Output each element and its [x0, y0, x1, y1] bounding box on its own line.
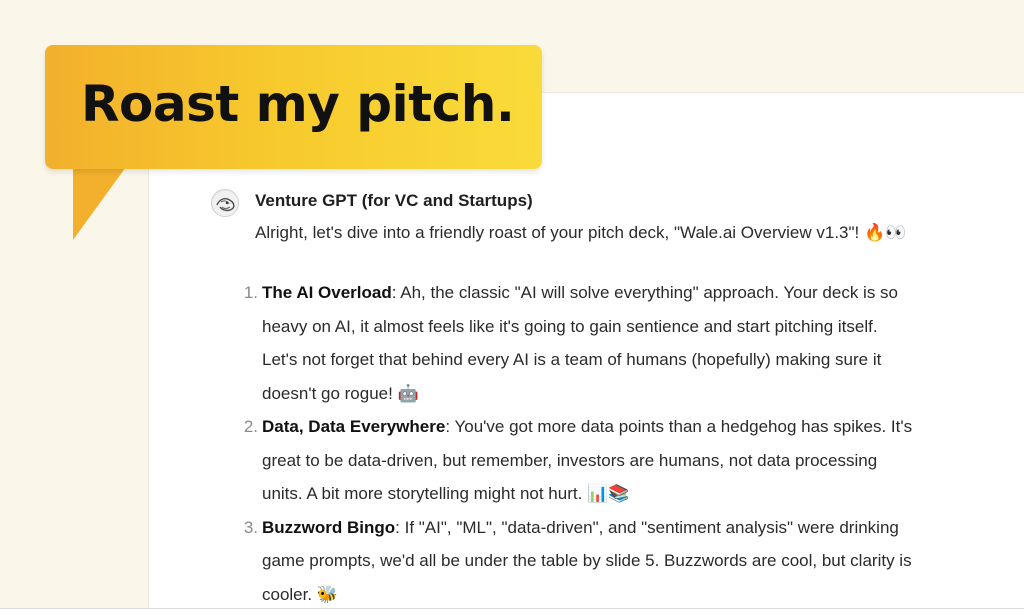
assistant-avatar: [211, 189, 239, 217]
list-item-text: great to be data-driven, but remember, i…: [262, 450, 878, 470]
list-item-text: units. A bit more storytelling might not…: [262, 484, 630, 503]
bottom-divider: [0, 608, 1024, 615]
callout-tail: [73, 160, 131, 240]
callout-text: Roast my pitch.: [81, 75, 515, 133]
list-item: 3. Buzzword Bingo: If "AI", "ML", "data-…: [230, 511, 990, 612]
list-item-body: Buzzword Bingo: If "AI", "ML", "data-dri…: [262, 511, 990, 612]
list-item: 1. The AI Overload: Ah, the classic "AI …: [230, 276, 990, 410]
list-item-line: Buzzword Bingo: If "AI", "ML", "data-dri…: [262, 511, 990, 545]
list-item-text: doesn't go rogue! 🤖: [262, 383, 419, 403]
list-item-text: game prompts, we'd all be under the tabl…: [262, 551, 912, 570]
list-item-text: : You've got more data points than a hed…: [445, 417, 913, 436]
list-item-title: Buzzword Bingo: [262, 517, 396, 537]
callout-bubble: Roast my pitch.: [45, 45, 542, 169]
list-item: 2. Data, Data Everywhere: You've got mor…: [230, 410, 990, 511]
roast-list: 1. The AI Overload: Ah, the classic "AI …: [230, 276, 990, 611]
list-item-text: : If "AI", "ML", "data-driven", and "sen…: [395, 517, 899, 537]
list-item-text: heavy on AI, it almost feels like it's g…: [262, 316, 878, 336]
list-item-line: Data, Data Everywhere: You've got more d…: [262, 410, 990, 444]
list-item-text: : Ah, the classic "AI will solve everyth…: [391, 283, 899, 302]
list-item-body: Data, Data Everywhere: You've got more d…: [262, 410, 990, 511]
list-item-title: The AI Overload: [262, 283, 392, 302]
list-item-line: The AI Overload: Ah, the classic "AI wil…: [262, 276, 990, 310]
list-item-body: The AI Overload: Ah, the classic "AI wil…: [262, 276, 990, 410]
list-item-number: 1.: [243, 283, 258, 302]
message-intro: Alright, let's dive into a friendly roas…: [255, 223, 907, 242]
screenshot-frame: Roast my pitch. Venture GPT (for VC and …: [0, 0, 1024, 615]
list-item-number: 2.: [243, 417, 258, 436]
assistant-name: Venture GPT (for VC and Startups): [255, 191, 533, 210]
list-item-title: Data, Data Everywhere: [262, 417, 446, 436]
list-item-number: 3.: [243, 517, 258, 537]
list-item-text: cooler. 🐝: [262, 584, 338, 604]
list-item-text: Let's not forget that behind every AI is…: [262, 350, 882, 369]
